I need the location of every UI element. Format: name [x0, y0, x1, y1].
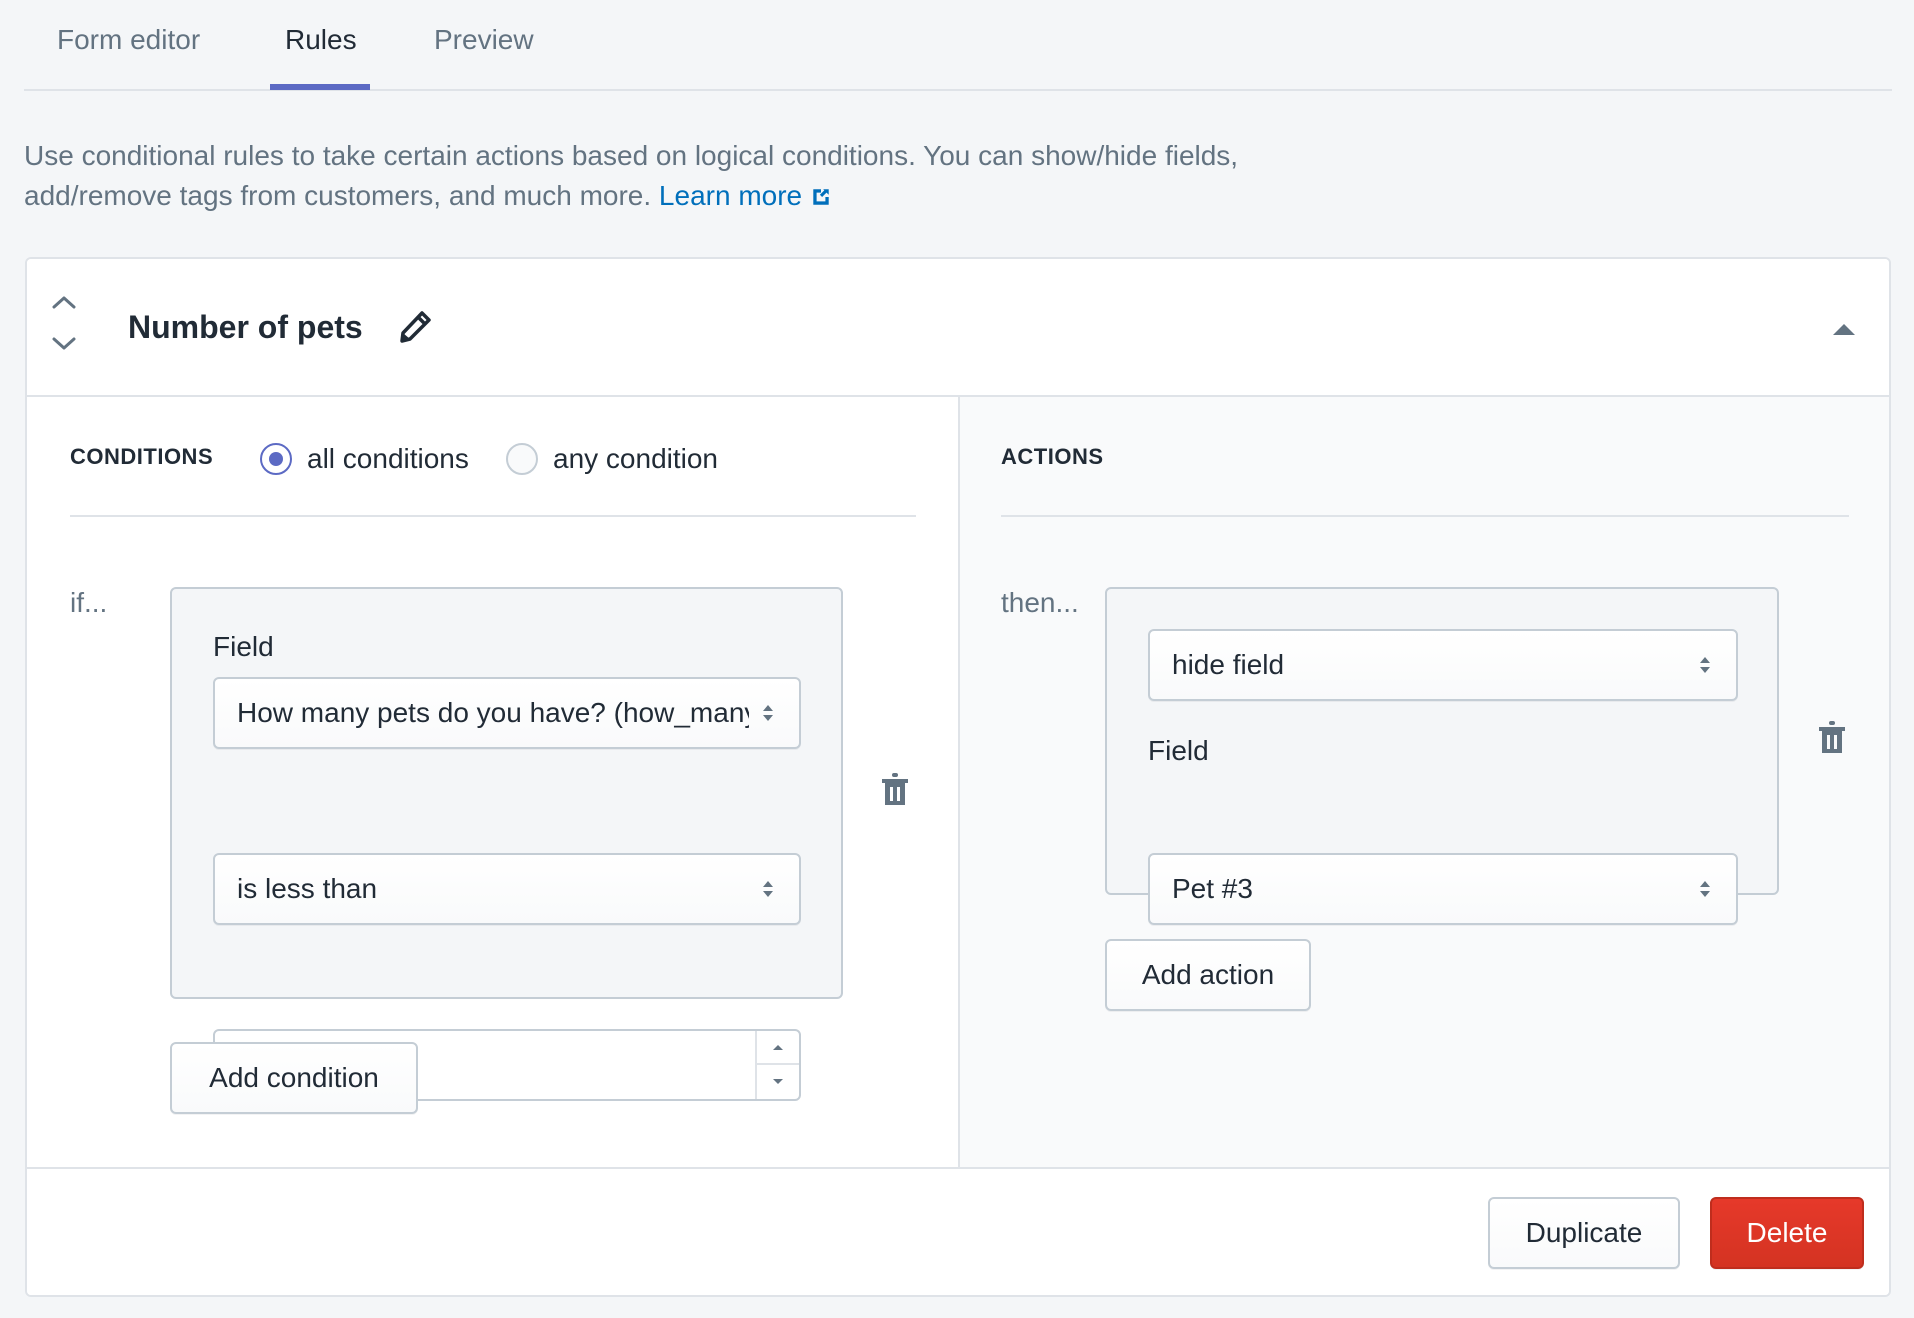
increment-button[interactable]	[757, 1031, 799, 1065]
external-link-icon	[813, 189, 829, 205]
chevron-up-icon	[52, 296, 76, 309]
condition-field-value: How many pets do you have? (how_many_pet…	[237, 697, 749, 728]
action-field-value: Pet #3	[1172, 873, 1253, 904]
radio-any-condition[interactable]: any condition	[506, 441, 718, 477]
duplicate-button[interactable]: Duplicate	[1488, 1197, 1680, 1269]
rules-description: Use conditional rules to take certain ac…	[24, 136, 1264, 216]
learn-more-link[interactable]: Learn more	[659, 180, 832, 211]
active-tab-indicator	[270, 84, 370, 90]
action-type-value: hide field	[1172, 649, 1285, 680]
radio-all-conditions[interactable]: all conditions	[260, 441, 469, 477]
tab-preview[interactable]: Preview	[434, 22, 534, 58]
radio-label: all conditions	[307, 443, 469, 474]
rule-title: Number of pets	[128, 309, 363, 345]
select-arrows-icon	[763, 881, 773, 897]
radio-button[interactable]	[260, 443, 292, 475]
actions-panel: ACTIONS then... hide field Field Pet #3 …	[958, 397, 1889, 1167]
then-prefix: then...	[1001, 587, 1079, 618]
move-down-button[interactable]	[47, 331, 81, 357]
condition-box: Field How many pets do you have? (how_ma…	[170, 587, 843, 1101]
caret-up-icon	[773, 1045, 783, 1050]
conditions-heading: CONDITIONS	[70, 444, 214, 469]
tab-rules[interactable]: Rules	[285, 22, 357, 58]
action-field-select[interactable]: Pet #3	[1148, 853, 1738, 925]
decrement-button[interactable]	[757, 1065, 799, 1099]
condition-operator-select[interactable]: is less than	[213, 853, 801, 925]
caret-up-icon[interactable]	[1829, 319, 1859, 339]
add-action-button[interactable]: Add action	[1105, 939, 1311, 1011]
condition-operator-value: is less than	[237, 873, 378, 904]
action-field-label: Field	[1148, 735, 1209, 766]
actions-heading: ACTIONS	[1001, 444, 1104, 469]
select-arrows-icon	[1700, 657, 1710, 673]
number-spinner	[755, 1031, 799, 1099]
move-up-button[interactable]	[47, 289, 81, 315]
conditions-panel: CONDITIONS all conditions any condition …	[27, 397, 958, 1167]
description-text: Use conditional rules to take certain ac…	[24, 140, 1239, 211]
conditions-divider	[70, 515, 916, 517]
action-box: hide field Field Pet #3	[1105, 587, 1779, 925]
action-type-select[interactable]: hide field	[1148, 629, 1738, 701]
if-prefix: if...	[70, 587, 108, 618]
delete-action-icon[interactable]	[1817, 720, 1847, 756]
radio-button[interactable]	[506, 443, 538, 475]
delete-button[interactable]: Delete	[1710, 1197, 1864, 1269]
pencil-icon[interactable]	[397, 309, 433, 345]
caret-down-icon	[773, 1079, 783, 1084]
tab-form-editor[interactable]: Form editor	[57, 22, 200, 58]
condition-field-select[interactable]: How many pets do you have? (how_many_pet…	[213, 677, 801, 749]
actions-divider	[1001, 515, 1849, 517]
add-condition-button[interactable]: Add condition	[170, 1042, 418, 1114]
learn-more-label: Learn more	[658, 180, 803, 211]
select-arrows-icon	[1700, 881, 1710, 897]
condition-field-label: Field	[213, 631, 274, 662]
rule-header: Number of pets	[27, 259, 1889, 397]
rule-footer: Duplicate Delete	[27, 1167, 1889, 1295]
radio-label: any condition	[553, 443, 719, 474]
select-arrows-icon	[763, 705, 773, 721]
delete-condition-icon[interactable]	[880, 772, 910, 808]
rule-card: Number of pets CONDITIONS all conditions…	[25, 257, 1891, 1297]
chevron-down-icon	[52, 337, 76, 350]
